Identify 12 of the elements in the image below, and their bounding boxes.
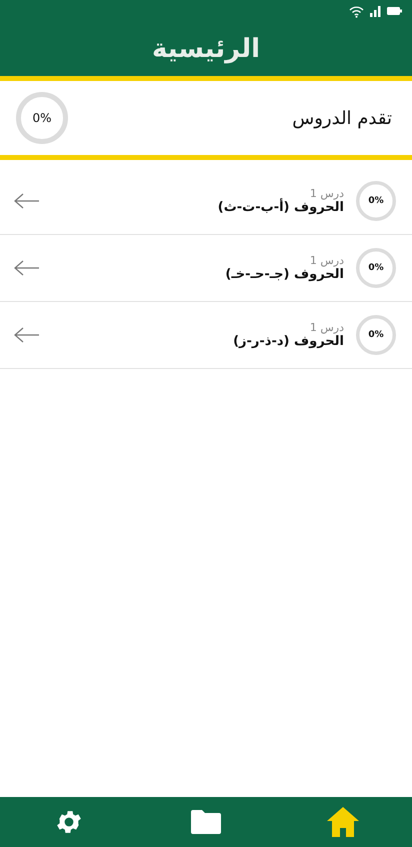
screen-title: الرئيسية	[152, 34, 260, 64]
lesson-number: درس 1	[310, 187, 344, 200]
progress-label: تقدم الدروس	[292, 108, 392, 128]
percent-text: 0%	[368, 263, 384, 273]
lesson-title: الحروف (د-ذ-ر-ز)	[233, 334, 344, 349]
percent-text: 0%	[368, 196, 384, 206]
percent-text: 0%	[368, 330, 384, 340]
lesson-number: درس 1	[310, 321, 344, 334]
lesson-title: الحروف (أ-ب-ت-ث)	[218, 200, 344, 215]
lesson-number: درس 1	[310, 254, 344, 267]
percent-text: 0%	[32, 111, 52, 125]
lesson-title: الحروف (جـ-حـ-خـ)	[225, 267, 344, 282]
